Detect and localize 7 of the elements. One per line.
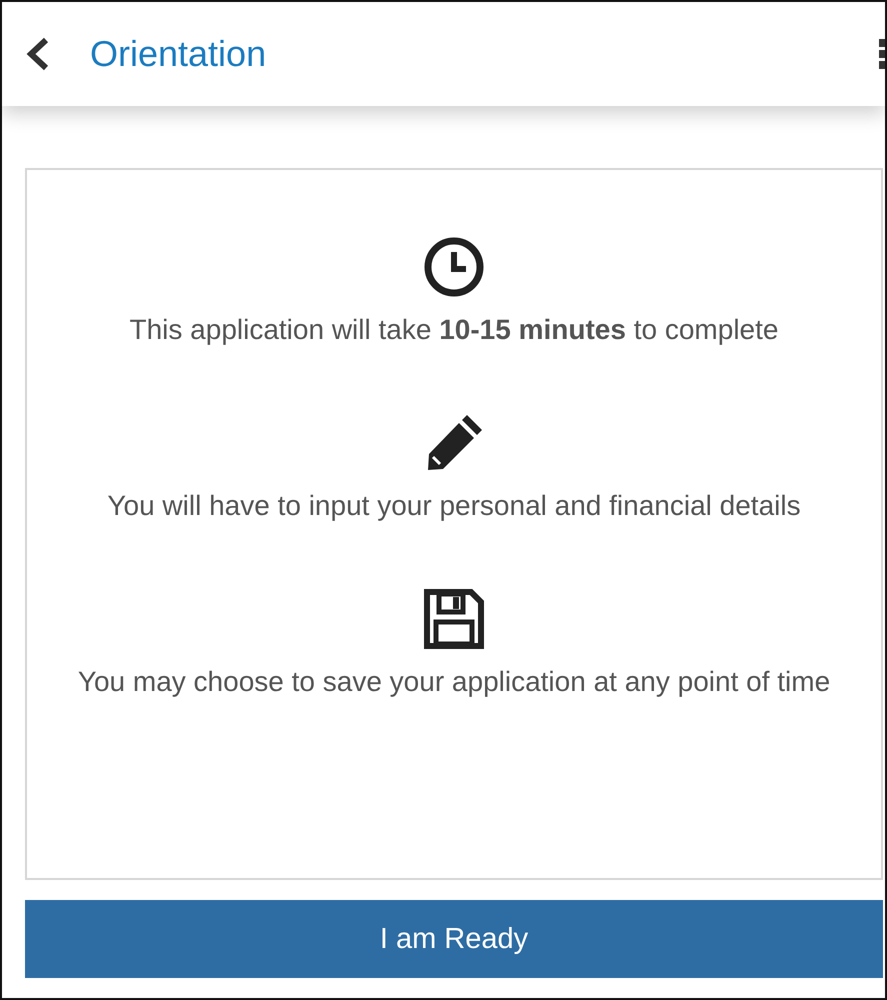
clock-icon (423, 236, 485, 298)
info-text: You will have to input your personal and financial details (107, 489, 801, 523)
page-title: Orientation (90, 33, 268, 75)
more-menu-icon[interactable] (877, 37, 885, 71)
ready-button[interactable]: I am Ready (25, 900, 883, 978)
info-text: This application will take 10-15 minutes to complete (130, 313, 778, 347)
info-text: You may choose to save your application at any point of time (78, 665, 830, 699)
